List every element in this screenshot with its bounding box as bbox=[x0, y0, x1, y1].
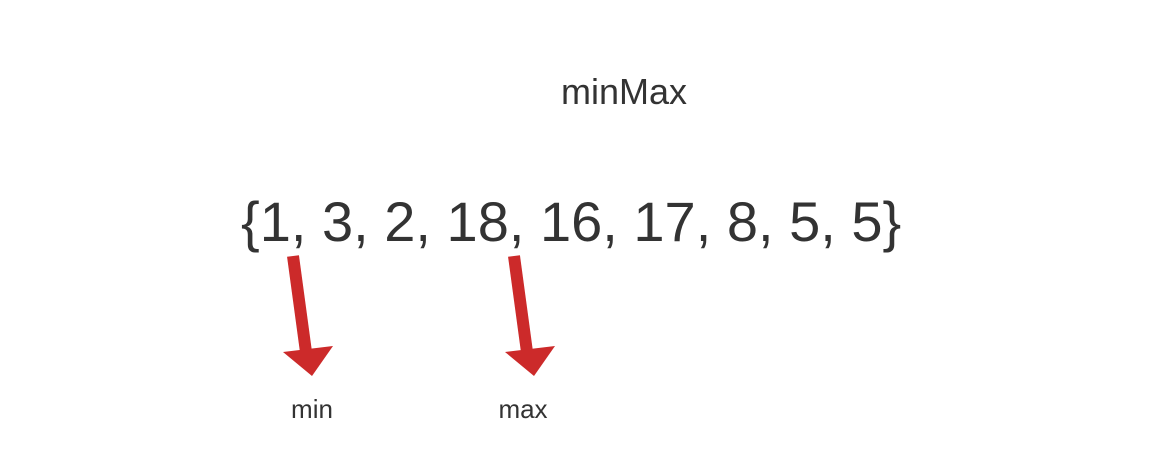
min-arrow bbox=[283, 255, 333, 376]
pointer-arrows bbox=[283, 255, 555, 376]
max-label: max bbox=[498, 394, 548, 424]
max-arrow bbox=[505, 255, 555, 376]
min-label: min bbox=[291, 394, 333, 424]
